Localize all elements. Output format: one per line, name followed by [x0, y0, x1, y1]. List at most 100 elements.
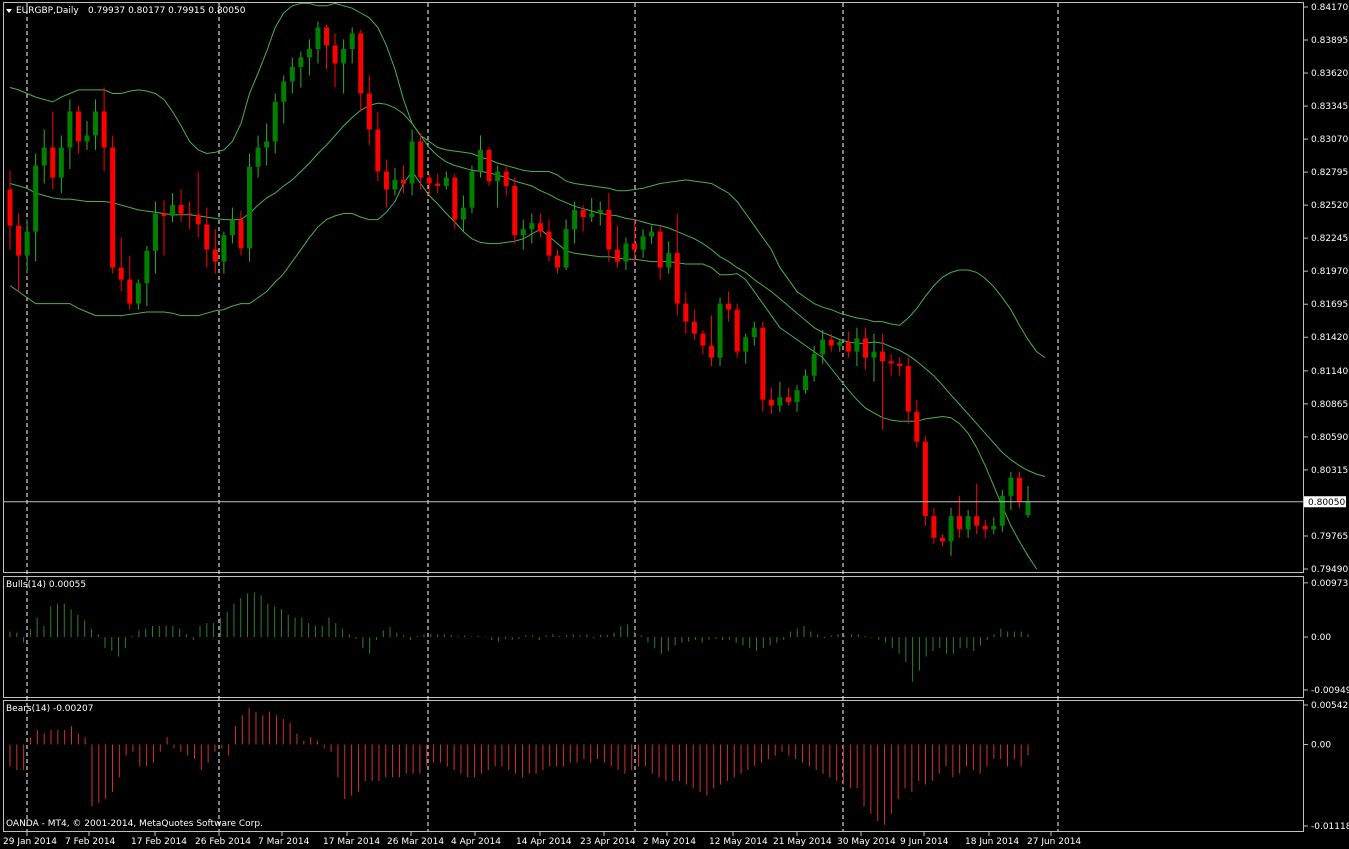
- date-tick-label: 18 Jun 2014: [965, 837, 1019, 847]
- candle-body: [871, 351, 877, 358]
- candle-body: [152, 213, 158, 251]
- price-tick-label: 0.84170: [1311, 3, 1348, 13]
- candle: [999, 489, 1005, 532]
- candle: [110, 135, 116, 274]
- price-tick-label: 0.80590: [1311, 433, 1348, 443]
- candle-body: [785, 397, 791, 403]
- candle-body: [631, 243, 637, 250]
- current-price-label: 0.80050: [1304, 496, 1346, 508]
- indicator-tick-label: 0.00542: [1311, 701, 1348, 711]
- candle-body: [683, 303, 689, 322]
- price-tick-label: 0.83070: [1311, 135, 1348, 145]
- candle-body: [247, 166, 253, 249]
- candle-body: [777, 397, 783, 406]
- candle: [760, 321, 766, 412]
- candle-body: [24, 231, 30, 256]
- candle-body: [537, 223, 543, 232]
- date-tick-label: 2 May 2014: [643, 837, 696, 847]
- candle-body: [743, 337, 749, 352]
- candle-body: [888, 361, 894, 364]
- date-tick-label: 23 Apr 2014: [580, 837, 636, 847]
- candle-body: [948, 516, 954, 542]
- candle-body: [820, 339, 826, 355]
- candle-body: [426, 177, 432, 184]
- candle-body: [957, 516, 963, 530]
- price-tick-label: 0.83895: [1311, 36, 1348, 46]
- indicator-tick-label: 0.00973: [1311, 579, 1348, 589]
- price-tick-label: 0.79765: [1311, 532, 1348, 542]
- candle-body: [982, 525, 988, 530]
- candle-body: [178, 205, 184, 214]
- date-tick-label: 26 Mar 2014: [387, 837, 444, 847]
- candle-body: [623, 243, 629, 262]
- candle: [734, 303, 740, 358]
- candle-body: [939, 537, 945, 542]
- candle-body: [708, 345, 714, 358]
- candle-body: [606, 209, 612, 250]
- candle: [486, 147, 492, 186]
- candle-body: [289, 67, 295, 82]
- candle-body: [341, 49, 347, 64]
- chart-canvas[interactable]: 0.80050 0.84170 0.83895 0.83620 0.83345 0.83…: [0, 0, 1349, 849]
- candle-body: [349, 33, 355, 50]
- candle-body: [1016, 477, 1022, 502]
- ohlc-values: 0.79937 0.80177 0.79915 0.80050: [88, 6, 246, 16]
- candle-body: [383, 171, 389, 190]
- candle-body: [726, 303, 732, 310]
- candle-body: [255, 147, 261, 167]
- candle-body: [358, 33, 364, 94]
- candle-body: [512, 185, 518, 236]
- price-tick-label: 0.82245: [1311, 234, 1348, 244]
- candle-body: [768, 399, 774, 406]
- candle-body: [204, 224, 210, 250]
- candle-body: [862, 338, 868, 358]
- candle-body: [41, 147, 47, 166]
- candle-body: [520, 229, 526, 236]
- candle-body: [50, 147, 56, 178]
- candle-body: [965, 516, 971, 530]
- candle-body: [597, 209, 603, 214]
- candle-body: [905, 366, 911, 412]
- candle: [922, 435, 928, 526]
- date-tick-label: 7 Feb 2014: [65, 837, 116, 847]
- candle-body: [580, 209, 586, 218]
- candle-body: [298, 57, 304, 68]
- candle-body: [58, 147, 64, 178]
- candle-body: [845, 342, 851, 352]
- indicator-tick-label: -0.01118: [1311, 822, 1349, 832]
- price-tick-label: 0.81420: [1311, 333, 1348, 343]
- date-tick-label: 27 Jun 2014: [1027, 837, 1081, 847]
- candle-body: [794, 390, 800, 403]
- candle-body: [589, 213, 595, 218]
- candle-body: [674, 253, 680, 304]
- candle-body: [649, 231, 655, 237]
- candle-body: [221, 235, 227, 262]
- candle-body: [478, 149, 484, 172]
- candle-body: [760, 327, 766, 400]
- candle-body: [563, 229, 569, 268]
- candle-body: [546, 231, 552, 256]
- candle-body: [392, 179, 398, 190]
- candle-body: [16, 225, 22, 256]
- candle-body: [503, 171, 509, 186]
- candle-body: [691, 321, 697, 334]
- candle-body: [366, 93, 372, 130]
- candle-body: [974, 516, 980, 526]
- candle-body: [614, 249, 620, 262]
- candle-body: [854, 338, 860, 352]
- current-price-value: 0.80050: [1308, 498, 1345, 508]
- candle-body: [33, 165, 39, 232]
- candle-body: [486, 149, 492, 182]
- chart-background: [0, 0, 1349, 849]
- candle-body: [828, 339, 834, 346]
- date-tick-label: 21 May 2014: [773, 837, 832, 847]
- candle-body: [717, 303, 723, 358]
- candle-body: [212, 249, 218, 262]
- candle-body: [409, 141, 415, 184]
- candle-body: [7, 189, 13, 226]
- candle-body: [118, 267, 124, 280]
- candle-body: [734, 309, 740, 352]
- date-tick-label: 4 Apr 2014: [451, 837, 501, 847]
- price-tick-label: 0.80865: [1311, 400, 1348, 410]
- candle-body: [195, 214, 201, 225]
